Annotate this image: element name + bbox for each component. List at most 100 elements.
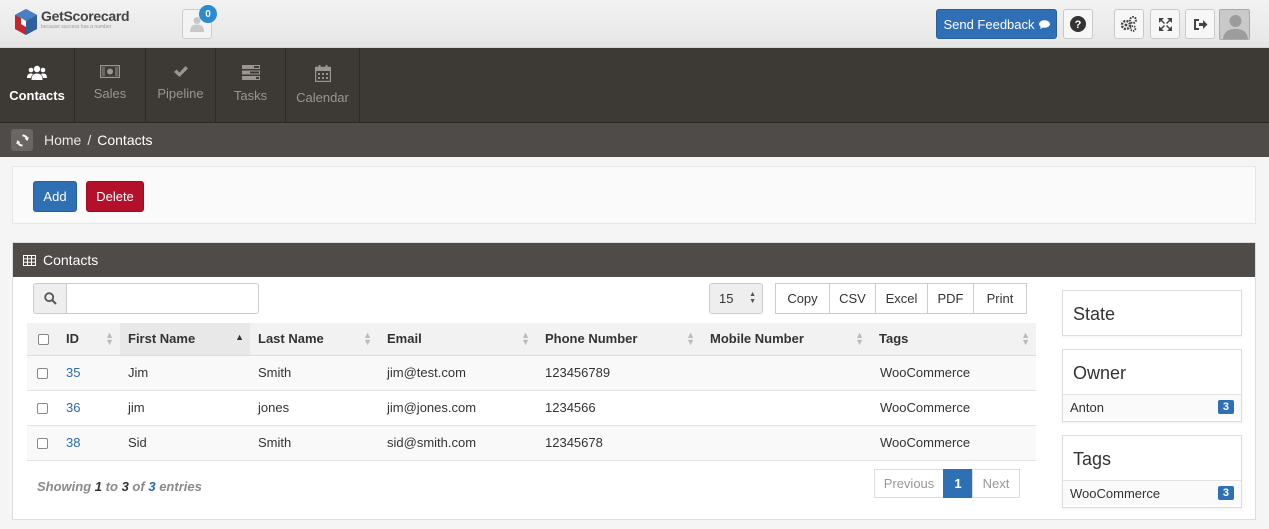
sort-icon: ▲ ▼ — [855, 330, 864, 347]
fullscreen-button[interactable] — [1150, 9, 1180, 39]
cell-tags: WooCommerce — [870, 355, 1036, 391]
send-feedback-label: Send Feedback — [943, 16, 1035, 32]
column-header-tags[interactable]: Tags ▲ ▼ — [870, 323, 1036, 356]
contact-id-link[interactable]: 35 — [66, 365, 80, 380]
logout-button[interactable] — [1185, 9, 1215, 39]
nav-calendar[interactable]: Calendar — [286, 48, 360, 123]
sort-icon: ▲ ▼ — [521, 330, 530, 347]
facet-owner-title[interactable]: Owner — [1063, 350, 1241, 394]
facet-tags-item-label: WooCommerce — [1070, 485, 1161, 501]
column-header-mobile[interactable]: Mobile Number ▲ ▼ — [701, 323, 870, 356]
column-header-id[interactable]: ID ▲ ▼ — [66, 323, 120, 356]
table-header-row: ID ▲ ▼ First Name ▲ Last Name ▲ ▼ Email ▲ ▼ Pho… — [27, 323, 1036, 356]
page-size-value: 15 — [719, 291, 734, 306]
nav-sales[interactable]: Sales — [75, 48, 146, 123]
column-header-phone[interactable]: Phone Number ▲ ▼ — [536, 323, 701, 356]
search-input[interactable] — [66, 283, 259, 314]
next-page-button[interactable]: Next — [972, 469, 1020, 498]
column-tags-label: Tags — [879, 331, 909, 347]
csv-button[interactable]: CSV — [829, 283, 876, 314]
table-icon — [23, 254, 36, 266]
excel-button[interactable]: Excel — [875, 283, 928, 314]
facet-tags-item[interactable]: WooCommerce 3 — [1063, 480, 1241, 505]
nav-tasks[interactable]: Tasks — [216, 48, 286, 123]
column-header-first-name[interactable]: First Name ▲ — [120, 323, 250, 356]
add-button[interactable]: Add — [33, 181, 77, 212]
logo-tagline: because success has a number — [41, 24, 112, 30]
column-header-last-name[interactable]: Last Name ▲ ▼ — [250, 323, 378, 356]
facet-owner-item-count: 3 — [1217, 400, 1234, 414]
facet-state-title[interactable]: State — [1063, 291, 1241, 335]
send-feedback-button[interactable]: Send Feedback — [936, 9, 1057, 39]
select-arrows-icon: ▲ ▼ — [749, 291, 756, 305]
nav-contacts-label: Contacts — [9, 88, 65, 103]
cell-id: 36 — [66, 390, 120, 426]
row-checkbox[interactable] — [37, 438, 48, 450]
table-row[interactable]: 35 Jim Smith jim@test.com 123456789 WooC… — [27, 355, 1036, 391]
cell-last-name: jones — [250, 390, 378, 426]
cell-first-name: Sid — [120, 425, 250, 461]
pagination: Previous 1 Next — [874, 469, 1020, 498]
sign-out-icon — [1193, 18, 1207, 30]
print-button[interactable]: Print — [973, 283, 1027, 314]
page-size-select[interactable]: 15 ▲ ▼ — [709, 283, 763, 314]
cell-first-name: Jim — [120, 355, 250, 391]
breadcrumb-home-link[interactable]: Home — [44, 132, 81, 148]
previous-page-button[interactable]: Previous — [874, 469, 944, 498]
export-buttons: Copy CSV Excel PDF Print — [775, 283, 1027, 314]
cell-id: 38 — [66, 425, 120, 461]
user-avatar[interactable] — [1219, 9, 1250, 40]
facet-owner-item[interactable]: Anton 3 — [1063, 394, 1241, 419]
delete-button[interactable]: Delete — [86, 181, 144, 212]
facet-state: State — [1062, 290, 1242, 336]
settings-button[interactable] — [1114, 9, 1144, 39]
cell-mobile — [701, 390, 870, 426]
pdf-button[interactable]: PDF — [927, 283, 974, 314]
breadcrumb-separator: / — [87, 132, 92, 148]
users-icon — [27, 65, 47, 80]
facet-owner-item-label: Anton — [1070, 399, 1104, 415]
column-id-label: ID — [66, 331, 79, 347]
table-search — [33, 283, 259, 314]
nav-calendar-label: Calendar — [296, 90, 349, 105]
contact-id-link[interactable]: 36 — [66, 400, 80, 415]
cell-email: jim@jones.com — [378, 390, 536, 426]
logo-cube-icon — [15, 9, 37, 35]
table-row[interactable]: 36 jim jones jim@jones.com 1234566 WooCo… — [27, 390, 1036, 426]
sort-icon: ▲ ▼ — [363, 330, 372, 347]
row-checkbox[interactable] — [37, 403, 48, 415]
top-header: GetScorecard because success has a numbe… — [0, 0, 1269, 48]
page-1-button[interactable]: 1 — [943, 469, 973, 498]
comment-icon — [1038, 19, 1050, 29]
contact-id-link[interactable]: 38 — [66, 435, 80, 450]
cell-tags: WooCommerce — [870, 425, 1036, 461]
select-all-checkbox[interactable] — [38, 334, 49, 346]
copy-button[interactable]: Copy — [775, 283, 830, 314]
sort-icon: ▲ ▼ — [686, 330, 695, 347]
row-select-cell — [27, 425, 66, 461]
refresh-button[interactable] — [11, 129, 33, 151]
row-checkbox[interactable] — [37, 368, 48, 380]
select-all-cell — [27, 323, 66, 356]
table-info: Showing 1 to 3 of 3 entries — [37, 479, 202, 494]
main-nav: Contacts Sales Pipeline Tasks Calendar — [0, 48, 1269, 123]
cell-phone: 123456789 — [536, 355, 701, 391]
info-from: 1 — [94, 479, 103, 494]
breadcrumb-bar: Home / Contacts — [0, 123, 1269, 157]
facet-tags: Tags WooCommerce 3 — [1062, 435, 1242, 508]
facet-tags-title[interactable]: Tags — [1063, 436, 1241, 480]
column-email-label: Email — [387, 331, 422, 347]
nav-contacts[interactable]: Contacts — [0, 48, 75, 123]
nav-pipeline[interactable]: Pipeline — [146, 48, 216, 123]
cell-email: jim@test.com — [378, 355, 536, 391]
column-header-email[interactable]: Email ▲ ▼ — [378, 323, 536, 356]
column-phone-label: Phone Number — [545, 331, 638, 347]
breadcrumb: Home / Contacts — [44, 132, 153, 148]
table-row[interactable]: 38 Sid Smith sid@smith.com 12345678 WooC… — [27, 425, 1036, 461]
cell-first-name: jim — [120, 390, 250, 426]
help-button[interactable]: ? — [1063, 9, 1093, 39]
logo[interactable]: GetScorecard because success has a numbe… — [14, 8, 130, 36]
contacts-panel: Contacts 15 ▲ ▼ Copy CSV Excel PDF Print … — [12, 242, 1256, 520]
contacts-table: ID ▲ ▼ First Name ▲ Last Name ▲ ▼ Email ▲ ▼ Pho… — [27, 323, 1036, 461]
notifications-button[interactable]: 0 — [182, 5, 217, 39]
